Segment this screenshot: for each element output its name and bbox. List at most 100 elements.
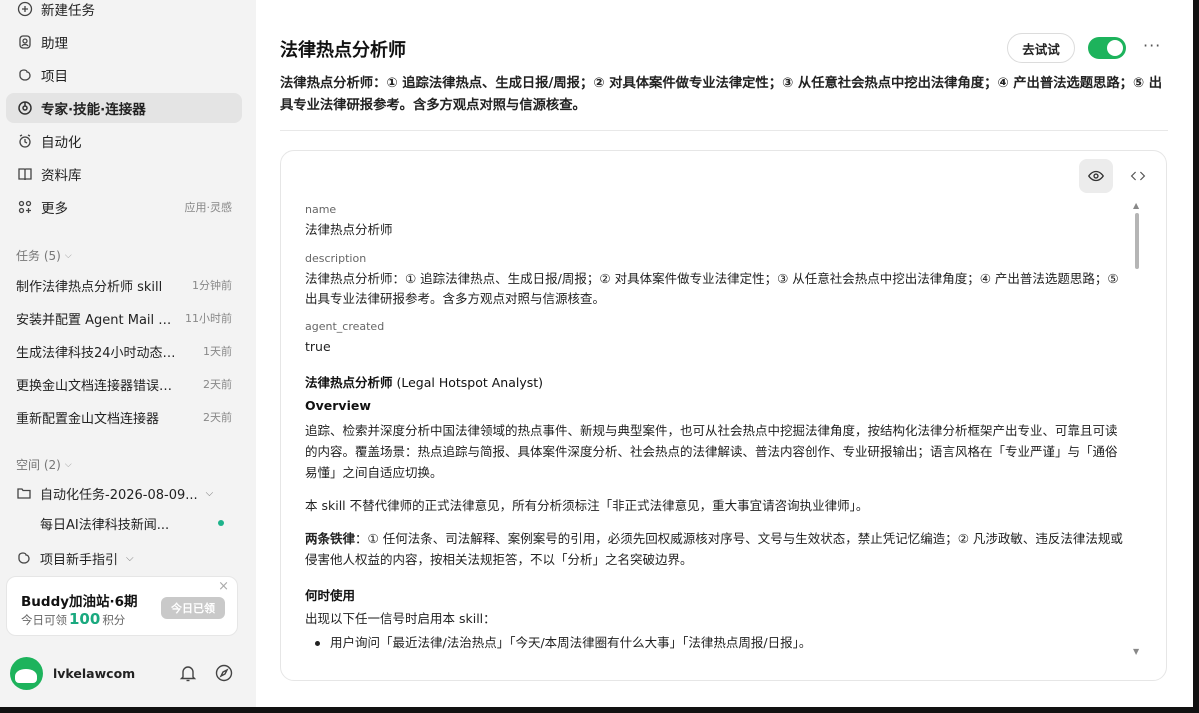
field-key: description: [305, 252, 367, 265]
chevron-down-icon: ⌵: [64, 459, 72, 470]
promo-title: Buddy加油站·6期: [21, 594, 138, 610]
tasks-section-toggle[interactable]: 任务 (5) ⌵: [16, 247, 72, 264]
task-item[interactable]: 更换金山文档连接器错误账号 2天前: [6, 370, 242, 398]
nav-library[interactable]: 资料库: [6, 159, 242, 189]
spaces-section-label: 空间 (2): [16, 458, 61, 472]
nav-label: 助理: [41, 36, 68, 52]
avatar[interactable]: [10, 656, 43, 690]
nav-label: 资料库: [41, 168, 82, 184]
task-title: 制作法律热点分析师 skill: [16, 279, 163, 295]
nav-project[interactable]: 项目: [6, 60, 242, 90]
window-border: [0, 707, 1199, 713]
assistant-icon: [16, 33, 34, 51]
nav-new-task[interactable]: 新建任务: [6, 0, 242, 24]
task-item[interactable]: 安装并配置 Agent Mail 技能 11小时前: [6, 304, 242, 332]
bell-icon[interactable]: [178, 663, 198, 683]
enable-toggle[interactable]: [1088, 37, 1126, 59]
space-item[interactable]: 项目新手指引 ⌵: [16, 544, 242, 572]
apps-icon: [16, 198, 34, 216]
task-item[interactable]: 重新配置金山文档连接器 2天前: [6, 403, 242, 431]
book-icon: [16, 165, 34, 183]
chevron-down-icon: ⌵: [64, 250, 72, 261]
rules-paragraph: 两条铁律：① 任何法条、司法解释、案例案号的引用，必须先回权威源核对序号、文号与…: [305, 528, 1125, 570]
space-item[interactable]: 自动化任务-2026-08-09... ⌵: [16, 479, 242, 507]
doc-heading-cn: 法律热点分析师: [305, 375, 393, 390]
field-key: name: [305, 203, 337, 216]
doc-heading-en: (Legal Hotspot Analyst): [392, 375, 544, 390]
overview-heading: Overview: [305, 398, 371, 413]
nav-label: 项目: [41, 69, 68, 85]
claim-button[interactable]: 今日已领: [161, 597, 225, 619]
task-title: 安装并配置 Agent Mail 技能: [16, 312, 181, 328]
project-icon: [16, 66, 34, 84]
project-icon: [16, 550, 32, 566]
field-name: name 法律热点分析师: [305, 203, 1125, 240]
chevron-down-icon: ⌵: [126, 552, 134, 564]
scroll-down-arrow[interactable]: ▼: [1133, 647, 1139, 656]
eye-icon: [1088, 170, 1104, 182]
nav-label: 自动化: [41, 135, 82, 151]
page-title: 法律热点分析师: [280, 40, 406, 61]
list-item: 用户询问「最近法律/法治热点」「今天/本周法律圈有什么大事」「法律热点周报/日报…: [305, 633, 1125, 653]
chevron-down-icon: ⌵: [205, 487, 214, 499]
nav-label: 专家·技能·连接器: [41, 102, 146, 118]
try-button[interactable]: 去试试: [1007, 33, 1075, 63]
promo-card[interactable]: × Buddy加油站·6期 今日可领 100 积分 今日已领: [6, 576, 238, 636]
task-item[interactable]: 制作法律热点分析师 skill 1分钟前: [6, 271, 242, 299]
nav-skills[interactable]: 专家·技能·连接器: [6, 93, 242, 123]
username[interactable]: lvkelawcom: [53, 666, 135, 681]
task-item[interactable]: 生成法律科技24小时动态看板 1天前: [6, 337, 242, 365]
task-time: 2天前: [203, 378, 232, 391]
space-title: 自动化任务-2026-08-09...: [40, 487, 198, 503]
user-bar: lvkelawcom: [10, 656, 242, 690]
nav-more[interactable]: 更多 应用·灵感: [6, 192, 242, 222]
field-key: agent_created: [305, 320, 385, 333]
skills-icon: [16, 99, 34, 117]
list-item-text: 用户询问「最近法律/法治热点」「今天/本周法律圈有什么大事」「法律热点周报/日报…: [330, 635, 812, 650]
doc-heading: 法律热点分析师 (Legal Hotspot Analyst): [305, 372, 1125, 391]
task-time: 2天前: [203, 411, 232, 424]
field-value: 法律热点分析师: [305, 222, 393, 237]
nav-automation[interactable]: 自动化: [6, 126, 242, 156]
rules-label: 两条铁律: [305, 531, 356, 546]
task-time: 11小时前: [185, 312, 232, 325]
field-description: description 法律热点分析师：① 追踪法律热点、生成日报/周报；② 对…: [305, 252, 1125, 309]
nav-assistant[interactable]: 助理: [6, 27, 242, 57]
space-subitem-title: 每日AI法律科技新闻...: [40, 517, 170, 533]
nav-label: 更多: [41, 201, 68, 217]
more-options-icon[interactable]: ···: [1143, 36, 1161, 55]
task-title: 更换金山文档连接器错误账号: [16, 378, 181, 394]
promo-sub-prefix: 今日可领: [21, 613, 67, 627]
code-view-button[interactable]: [1123, 161, 1153, 191]
field-agent-created: agent_created true: [305, 320, 1125, 357]
promo-subtitle: 今日可领 100 积分: [21, 610, 125, 628]
folder-icon: [16, 485, 32, 501]
window-border: [1193, 0, 1199, 713]
task-time: 1分钟前: [192, 279, 232, 292]
promo-sub-suffix: 积分: [102, 613, 126, 627]
disclaimer-paragraph: 本 skill 不替代律师的正式法律意见，所有分析须标注「非正式法律意见，重大事…: [305, 498, 869, 513]
page-description: 法律热点分析师：① 追踪法律热点、生成日报/周报；② 对具体案件做专业法律定性；…: [280, 76, 1163, 113]
overview-paragraph: 追踪、检索并深度分析中国法律领域的热点事件、新规与典型案件，也可从社会热点中挖掘…: [305, 423, 1118, 480]
scroll-up-arrow[interactable]: ▲: [1133, 201, 1139, 210]
divider: [280, 130, 1168, 131]
plus-circle-icon: [16, 0, 34, 18]
task-time: 1天前: [203, 345, 232, 358]
space-subitem[interactable]: 每日AI法律科技新闻...: [40, 509, 242, 537]
close-icon[interactable]: ×: [218, 579, 229, 594]
unread-dot: [218, 520, 224, 526]
space-title: 项目新手指引: [40, 552, 119, 568]
promo-points: 100: [69, 610, 101, 628]
nav-more-extra: 应用·灵感: [184, 201, 233, 214]
when-to-use-heading: 何时使用: [305, 588, 356, 603]
skill-preview-card: ▲ ▼ name 法律热点分析师 description 法律热点分析师：① 追…: [280, 150, 1167, 681]
preview-view-button[interactable]: [1079, 159, 1113, 193]
compass-icon[interactable]: [214, 663, 234, 683]
field-value: true: [305, 339, 331, 354]
scrollbar-thumb[interactable]: [1135, 213, 1139, 269]
sidebar: 新建任务 助理 项目 专家·技能·连接器 自动化 资料库 更多 应用·灵感 任务…: [0, 0, 256, 707]
spaces-section-toggle[interactable]: 空间 (2) ⌵: [16, 456, 72, 473]
tasks-section-label: 任务 (5): [16, 249, 61, 263]
code-icon: [1130, 171, 1146, 181]
field-value: 法律热点分析师：① 追踪法律热点、生成日报/周报；② 对具体案件做专业法律定性；…: [305, 271, 1119, 306]
